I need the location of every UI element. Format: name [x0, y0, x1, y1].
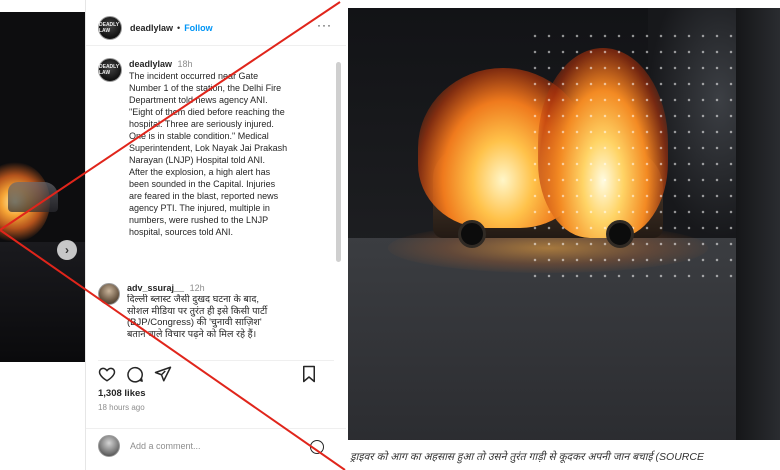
- scrollbar[interactable]: [336, 62, 341, 262]
- wheel-rear: [606, 220, 634, 248]
- avatar[interactable]: DEADLY LAW: [98, 15, 122, 40]
- heart-icon[interactable]: [98, 365, 116, 383]
- comment-username[interactable]: adv_ssuraj__: [127, 283, 184, 293]
- post-caption: DEADLY LAW deadlylaw 18h The incident oc…: [98, 58, 334, 238]
- photo-caption: ड्राइवर को आग का अहसास हुआ तो उसने तुरंत…: [350, 451, 704, 463]
- likes-count[interactable]: 1,308 likes: [98, 388, 146, 399]
- header-username[interactable]: deadlylaw: [130, 23, 173, 33]
- instagram-post-panel: DEADLY LAW deadlylaw • Follow ··· DEADLY…: [85, 0, 346, 470]
- comment-time: 12h: [189, 283, 205, 293]
- add-comment-input[interactable]: Add a comment...: [130, 441, 201, 451]
- add-comment-bar: Add a comment...: [86, 428, 346, 462]
- caption-time: 18h: [177, 59, 193, 69]
- carousel-image-left: ›: [0, 12, 85, 362]
- news-photo-burning-car: [348, 8, 780, 440]
- chevron-right-icon: ›: [65, 243, 69, 257]
- comment-icon[interactable]: [126, 365, 144, 383]
- screenshot-canvas: › DEADLY LAW deadlylaw • Follow ··· DEAD…: [0, 0, 780, 470]
- carousel-next-button[interactable]: ›: [57, 240, 77, 260]
- emoji-icon[interactable]: [310, 440, 324, 454]
- road: [0, 242, 85, 362]
- comment-avatar[interactable]: [98, 283, 120, 305]
- avatar-text: DEADLY LAW: [99, 21, 120, 34]
- post-timestamp: 18 hours ago: [98, 403, 145, 412]
- sparks: [528, 28, 758, 288]
- caption-username[interactable]: deadlylaw: [129, 59, 172, 69]
- separator-dot: •: [177, 22, 181, 33]
- post-header: DEADLY LAW deadlylaw • Follow ···: [86, 10, 346, 46]
- more-icon[interactable]: ···: [317, 18, 332, 32]
- follow-button[interactable]: Follow: [184, 23, 213, 33]
- share-icon[interactable]: [154, 365, 172, 383]
- comment-item: adv_ssuraj__ 12h दिल्ली ब्लास्ट जैसी दुख…: [98, 283, 334, 352]
- comment-text: दिल्ली ब्लास्ट जैसी दुखद घटना के बाद, सो…: [127, 294, 268, 340]
- car-silhouette: [8, 182, 58, 212]
- viewer-avatar: [98, 434, 120, 457]
- wheel-front: [458, 220, 486, 248]
- bookmark-icon[interactable]: [300, 365, 318, 383]
- caption-avatar[interactable]: DEADLY LAW: [98, 58, 122, 82]
- wall-edge: [736, 8, 780, 440]
- caption-avatar-text: DEADLY LAW: [99, 64, 120, 76]
- caption-text: The incident occurred near Gate Number 1…: [129, 71, 288, 237]
- action-bar: [98, 360, 334, 383]
